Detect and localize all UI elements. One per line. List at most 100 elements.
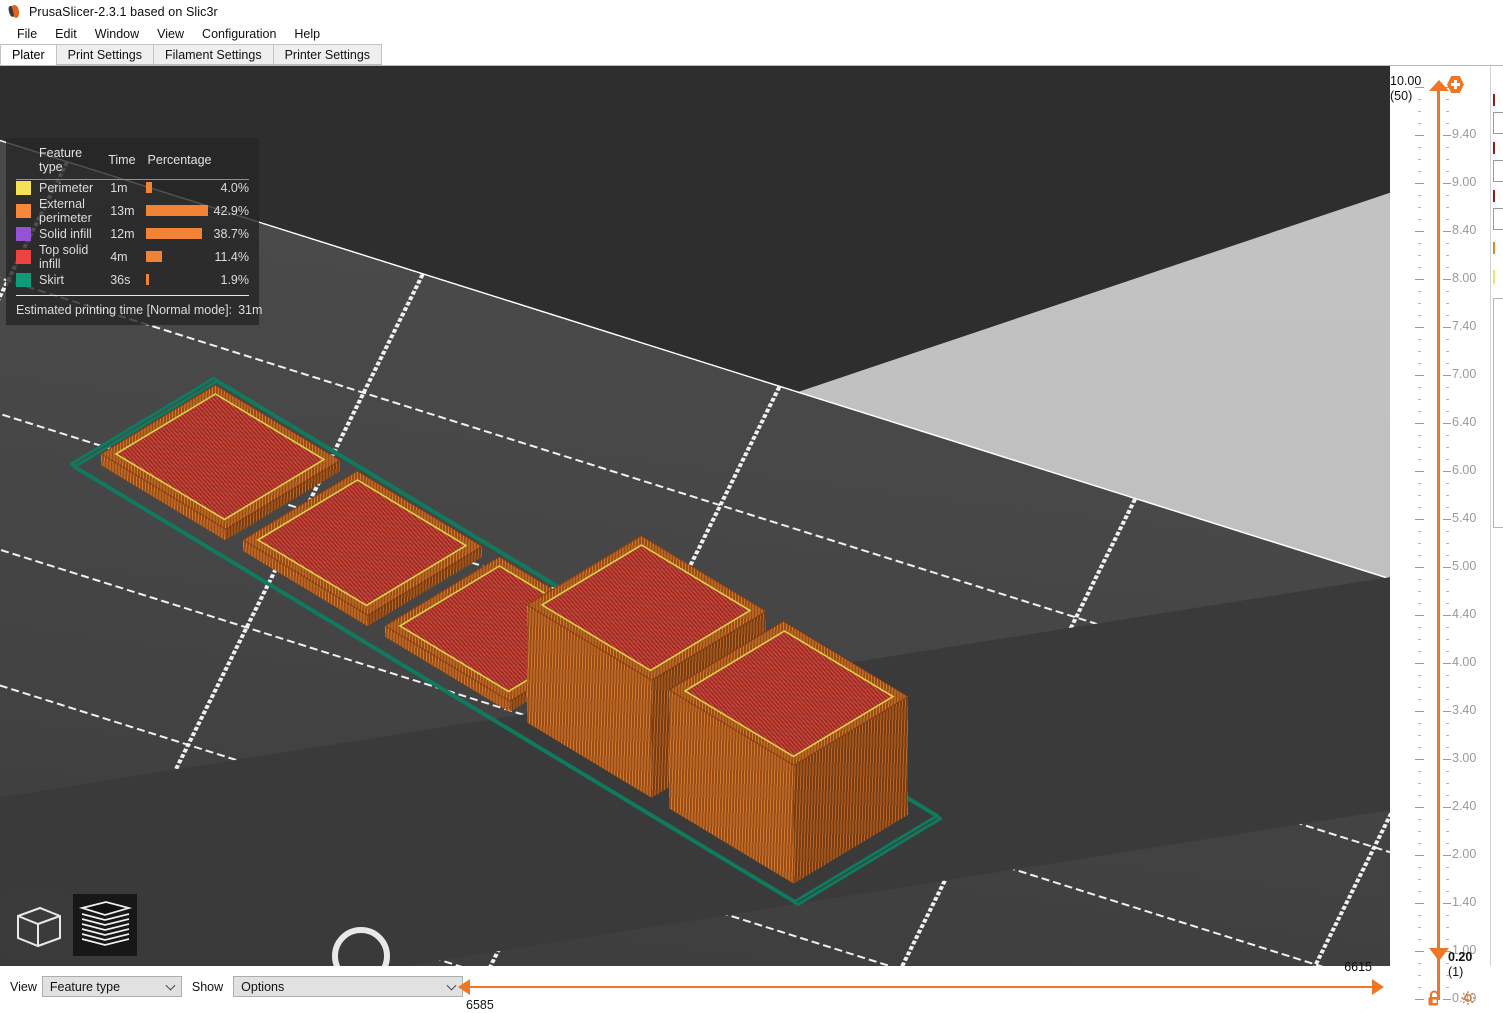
layer-tick-minor bbox=[1410, 911, 1490, 921]
layer-tick: 6.00 bbox=[1410, 463, 1490, 477]
settings-panel-row bbox=[1493, 298, 1503, 528]
show-select-value: Options bbox=[241, 979, 285, 994]
layer-tick-minor bbox=[1410, 431, 1490, 441]
layer-tick-label: 1.40 bbox=[1452, 895, 1477, 909]
layer-tick-label: 7.40 bbox=[1452, 319, 1477, 333]
layer-tick-label: 8.40 bbox=[1452, 223, 1477, 237]
layer-tick-minor bbox=[1410, 299, 1490, 309]
layer-tick-label: 2.00 bbox=[1452, 847, 1477, 861]
moves-slider-track bbox=[468, 986, 1378, 988]
layer-slider-lower-handle[interactable] bbox=[1429, 948, 1449, 961]
layer-slider[interactable]: 10.00 9.40 9.00 8.40 8.00 7.40 7.00 6.40 6.00 5.4… bbox=[1390, 66, 1490, 1013]
layer-tick-minor bbox=[1410, 203, 1490, 213]
gear-icon[interactable] bbox=[1460, 990, 1476, 1006]
layer-tick-minor bbox=[1410, 743, 1490, 753]
layer-tick: 3.40 bbox=[1410, 703, 1490, 717]
layer-tick: 2.00 bbox=[1410, 847, 1490, 861]
prusa-logo-icon bbox=[9, 5, 22, 19]
settings-panel-row bbox=[1493, 208, 1503, 230]
show-select[interactable]: Options bbox=[233, 976, 464, 997]
layer-tick-minor bbox=[1410, 167, 1490, 177]
moves-slider[interactable]: 6585 6615 bbox=[456, 960, 1386, 1013]
layer-tick-minor bbox=[1410, 875, 1490, 885]
layer-tick-label: 3.40 bbox=[1452, 703, 1477, 717]
layer-tick-minor bbox=[1410, 635, 1490, 645]
layer-tick-minor bbox=[1410, 311, 1490, 321]
layer-tick-minor bbox=[1410, 155, 1490, 165]
moves-slider-left-handle[interactable] bbox=[458, 979, 470, 995]
show-label: Show bbox=[191, 980, 224, 994]
layer-tick: 2.40 bbox=[1410, 799, 1490, 813]
menu-item-edit[interactable]: Edit bbox=[47, 25, 87, 43]
layer-slider-bottom-index: (1) bbox=[1448, 965, 1464, 979]
layer-tick-minor bbox=[1410, 143, 1490, 153]
tab-printer-settings[interactable]: Printer Settings bbox=[272, 44, 383, 65]
layer-tick-minor bbox=[1410, 827, 1490, 837]
moves-slider-right-handle[interactable] bbox=[1372, 979, 1384, 995]
menu-item-file[interactable]: File bbox=[9, 25, 47, 43]
view-label: View bbox=[10, 980, 37, 994]
view-select-value: Feature type bbox=[49, 979, 121, 994]
layer-tick-minor bbox=[1410, 767, 1490, 777]
layer-tick-minor bbox=[1410, 335, 1490, 345]
layer-tick-minor bbox=[1410, 599, 1490, 609]
layer-tick-minor bbox=[1410, 647, 1490, 657]
layer-tick-minor bbox=[1410, 779, 1490, 789]
layer-tick: 9.40 bbox=[1410, 127, 1490, 141]
unlock-icon[interactable] bbox=[1426, 989, 1443, 1007]
layer-tick: 4.40 bbox=[1410, 607, 1490, 621]
layer-tick-minor bbox=[1410, 95, 1490, 105]
layer-tick-label: 6.40 bbox=[1452, 415, 1477, 429]
layer-tick-minor bbox=[1410, 575, 1490, 585]
layer-tick-label: 8.00 bbox=[1452, 271, 1477, 285]
layer-tick-label: 3.00 bbox=[1452, 751, 1477, 765]
layer-tick: 7.00 bbox=[1410, 367, 1490, 381]
layer-tick: 3.00 bbox=[1410, 751, 1490, 765]
layer-tick-minor bbox=[1410, 119, 1490, 129]
tab-plater[interactable]: Plater bbox=[0, 44, 57, 65]
layer-slider-upper-handle[interactable] bbox=[1429, 80, 1449, 91]
tab-filament-settings[interactable]: Filament Settings bbox=[153, 44, 274, 65]
layer-tick-minor bbox=[1410, 407, 1490, 417]
menu-item-configuration[interactable]: Configuration bbox=[194, 25, 286, 43]
layer-tick: 4.00 bbox=[1410, 655, 1490, 669]
layer-tick-minor bbox=[1410, 839, 1490, 849]
menu-item-view[interactable]: View bbox=[149, 25, 194, 43]
layer-tick-minor bbox=[1410, 251, 1490, 261]
settings-panel-edge bbox=[1490, 66, 1503, 966]
layer-tick-minor bbox=[1410, 359, 1490, 369]
layer-tick-minor bbox=[1410, 215, 1490, 225]
settings-panel-row bbox=[1493, 142, 1503, 154]
layer-tick-label: 9.40 bbox=[1452, 127, 1477, 141]
menu-item-window[interactable]: Window bbox=[87, 25, 149, 43]
layer-tick-minor bbox=[1410, 695, 1490, 705]
layer-tick-minor bbox=[1410, 719, 1490, 729]
layer-tick-minor bbox=[1410, 671, 1490, 681]
menu-bar: File Edit Window View Configuration Help bbox=[0, 23, 1503, 45]
layer-tick: 0.40 bbox=[1410, 991, 1490, 1005]
layer-tick-minor bbox=[1410, 479, 1490, 489]
layer-tick-minor bbox=[1410, 455, 1490, 465]
tab-print-settings[interactable]: Print Settings bbox=[55, 44, 154, 65]
layer-tick-label: 9.00 bbox=[1452, 175, 1477, 189]
layer-tick-label: 2.40 bbox=[1452, 799, 1477, 813]
layer-slider-bottom-value: 0.20 bbox=[1448, 950, 1473, 964]
layer-slider-bottom-value-group: 0.20 (1) bbox=[1448, 950, 1472, 980]
layer-tick: 8.00 bbox=[1410, 271, 1490, 285]
layer-tick-minor bbox=[1410, 263, 1490, 273]
layer-tick-minor bbox=[1410, 863, 1490, 873]
layer-tick-label: 5.40 bbox=[1452, 511, 1477, 525]
layer-tick: 1.40 bbox=[1410, 895, 1490, 909]
layer-tick-minor bbox=[1410, 935, 1490, 945]
chevron-down-icon bbox=[165, 980, 176, 991]
3d-viewport[interactable]: Feature type Time Percentage Perimeter 1m… bbox=[0, 66, 1390, 966]
menu-item-help[interactable]: Help bbox=[286, 25, 330, 43]
layer-tick: 6.40 bbox=[1410, 415, 1490, 429]
layer-tick-minor bbox=[1410, 527, 1490, 537]
title-bar: PrusaSlicer-2.3.1 based on Slic3r bbox=[0, 0, 1503, 23]
layer-tick-label: 5.00 bbox=[1452, 559, 1477, 573]
settings-panel-row bbox=[1493, 242, 1503, 254]
settings-panel-row bbox=[1493, 270, 1503, 284]
window-title: PrusaSlicer-2.3.1 based on Slic3r bbox=[29, 4, 218, 19]
view-select[interactable]: Feature type bbox=[41, 976, 182, 997]
